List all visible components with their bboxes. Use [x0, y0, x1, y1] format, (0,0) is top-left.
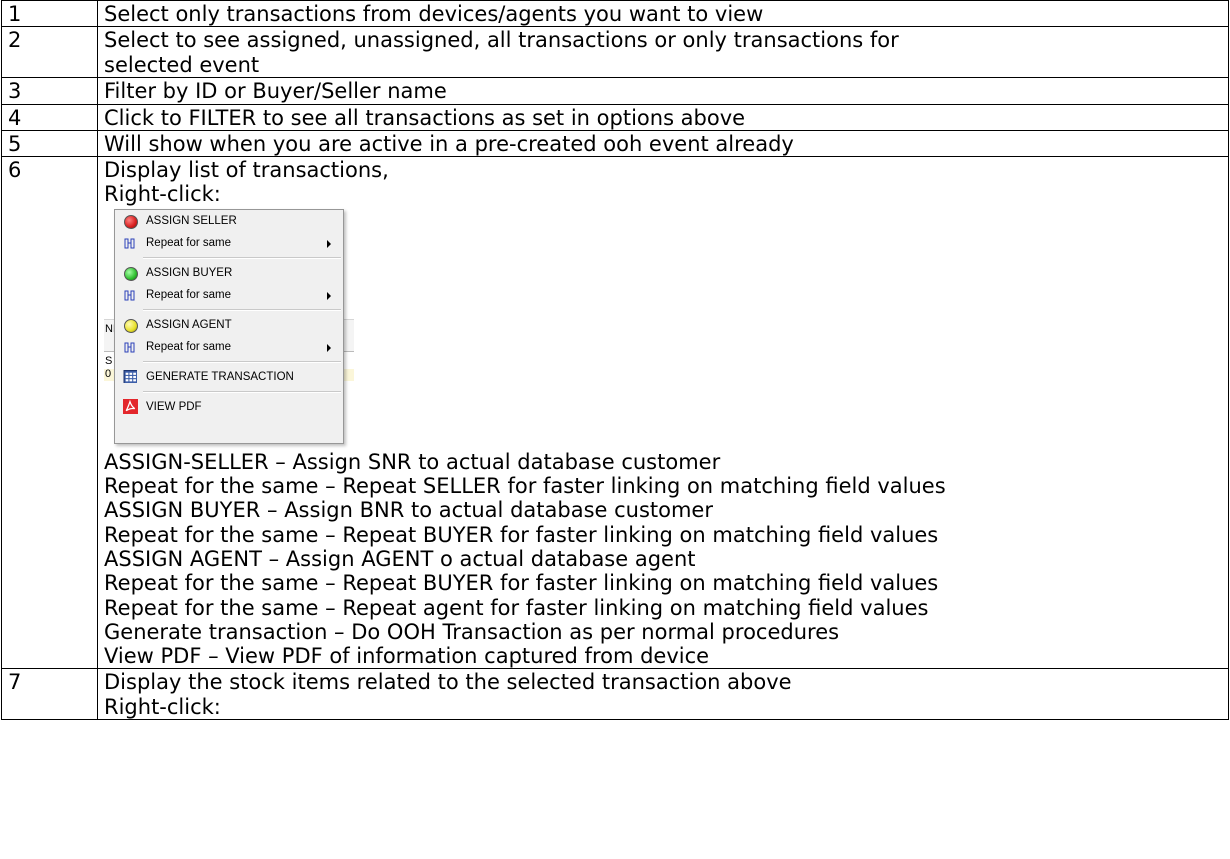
repeat-icon	[124, 342, 135, 353]
menu-item-label: Repeat for same	[146, 288, 232, 301]
menu-item-label: ASSIGN BUYER	[146, 266, 233, 279]
menu-separator	[143, 308, 341, 311]
description-line: Click to FILTER to see all transactions …	[104, 105, 746, 130]
description-line: Filter by ID or Buyer/Seller name	[104, 79, 447, 104]
description-line: Right-click:	[104, 182, 221, 207]
yellow-dot-icon	[124, 318, 138, 333]
table-row: 4 Click to FILTER to see all transaction…	[1, 103, 1229, 131]
table-row: 3 Filter by ID or Buyer/Seller name	[1, 77, 1229, 105]
table-row: 1 Select only transactions from devices/…	[1, 0, 1229, 28]
description-line: selected event	[104, 52, 260, 77]
row-number: 2	[1, 26, 98, 79]
description-line: Right-click:	[104, 694, 221, 719]
grid-table-icon	[123, 369, 137, 383]
menu-item-label: GENERATE TRANSACTION	[146, 370, 294, 383]
red-dot-icon	[124, 214, 138, 229]
menu-item-assign-agent[interactable]: ASSIGN AGENT	[115, 314, 343, 336]
submenu-arrow-icon	[327, 343, 331, 352]
context-menu: ASSIGN SELLER Repeat for same ASSIGN BUY…	[114, 208, 344, 444]
row-number: 4	[1, 103, 98, 131]
menu-item-label: VIEW PDF	[146, 400, 202, 413]
row-number: 1	[1, 0, 98, 28]
row-description: Display the stock items related to the s…	[97, 668, 1229, 721]
description-line: ASSIGN-SELLER – Assign SNR to actual dat…	[104, 449, 721, 474]
green-dot-icon	[124, 266, 138, 281]
pdf-icon	[123, 398, 138, 414]
table-row: 6 Display list of transactions, Right-cl…	[1, 156, 1229, 670]
description-line: Will show when you are active in a pre-c…	[104, 131, 794, 156]
description-line: Display the stock items related to the s…	[104, 670, 792, 695]
description-line: View PDF – View PDF of information captu…	[104, 644, 710, 669]
menu-item-label: ASSIGN AGENT	[146, 318, 232, 331]
row-number: 5	[1, 129, 98, 158]
description-line: Repeat for the same – Repeat BUYER for f…	[104, 522, 939, 547]
menu-item-label: ASSIGN SELLER	[146, 214, 237, 227]
row-description: Filter by ID or Buyer/Seller name	[97, 77, 1229, 105]
description-line: Repeat for the same – Repeat SELLER for …	[104, 474, 946, 499]
description-line: ASSIGN AGENT – Assign AGENT o actual dat…	[104, 546, 696, 571]
row-description: Will show when you are active in a pre-c…	[97, 129, 1229, 158]
description-line: ASSIGN BUYER – Assign BNR to actual data…	[104, 498, 713, 523]
menu-separator	[143, 390, 341, 393]
menu-separator	[143, 360, 341, 363]
menu-item-generate-transaction[interactable]: GENERATE TRANSACTION	[115, 366, 343, 388]
menu-item-assign-buyer[interactable]: ASSIGN BUYER	[115, 262, 343, 284]
row-description: Click to FILTER to see all transactions …	[97, 103, 1229, 131]
background-fragment: S	[105, 354, 113, 367]
menu-item-repeat-seller[interactable]: Repeat for same	[115, 232, 343, 254]
table-row: 2 Select to see assigned, unassigned, al…	[1, 26, 1229, 79]
instructions-table: 1 Select only transactions from devices/…	[1, 0, 1229, 721]
description-line: Select only transactions from devices/ag…	[104, 2, 764, 26]
submenu-arrow-icon	[327, 291, 331, 300]
background-fragment: 0	[105, 367, 112, 380]
description-line: Generate transaction – Do OOH Transactio…	[104, 619, 840, 644]
description-line: Repeat for the same – Repeat BUYER for f…	[104, 571, 939, 596]
menu-item-assign-seller[interactable]: ASSIGN SELLER	[115, 210, 343, 232]
description-line: Display list of transactions,	[104, 158, 389, 183]
description-line: Select to see assigned, unassigned, all …	[104, 28, 899, 53]
row-number: 6	[1, 156, 98, 670]
menu-item-label: Repeat for same	[146, 236, 232, 249]
table-row: 7 Display the stock items related to the…	[1, 668, 1229, 721]
repeat-icon	[124, 290, 135, 301]
menu-item-label: Repeat for same	[146, 340, 232, 353]
row-description: Select to see assigned, unassigned, all …	[97, 26, 1229, 79]
row-description: Display list of transactions, Right-clic…	[97, 156, 1229, 670]
menu-item-view-pdf[interactable]: VIEW PDF	[115, 396, 343, 418]
row-number: 7	[1, 668, 98, 721]
menu-item-repeat-buyer[interactable]: Repeat for same	[115, 284, 343, 306]
submenu-arrow-icon	[327, 239, 331, 248]
context-menu-screenshot: NF S 0 ASSIGN SELLER Repeat for same ASS…	[104, 208, 364, 444]
repeat-icon	[124, 238, 135, 249]
menu-item-repeat-agent[interactable]: Repeat for same	[115, 336, 343, 358]
table-row: 5 Will show when you are active in a pre…	[1, 129, 1229, 158]
description-line: Repeat for the same – Repeat agent for f…	[104, 595, 929, 620]
menu-separator	[143, 256, 341, 259]
row-description: Select only transactions from devices/ag…	[97, 0, 1229, 28]
row-number: 3	[1, 77, 98, 105]
